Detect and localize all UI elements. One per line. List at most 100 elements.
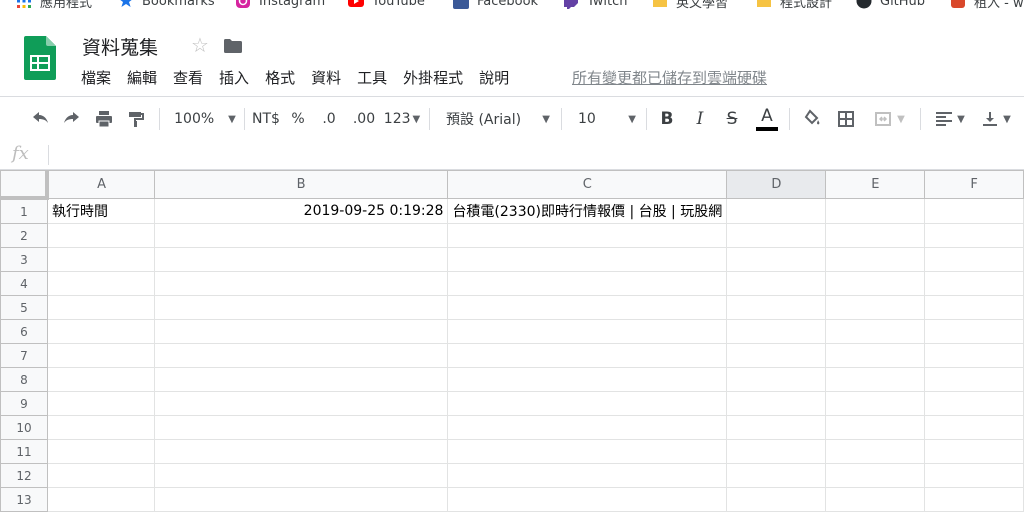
cell-a3[interactable]: [46, 247, 155, 272]
increase-decimal-button[interactable]: .00: [349, 97, 379, 141]
column-header-c[interactable]: C: [447, 170, 728, 199]
row-header[interactable]: 8: [0, 367, 48, 392]
cell-e12[interactable]: [825, 463, 926, 488]
cell-a8[interactable]: [46, 367, 155, 392]
cell-a4[interactable]: [46, 271, 155, 296]
cell-f4[interactable]: [924, 271, 1024, 296]
cell-b12[interactable]: [153, 463, 449, 488]
row-header[interactable]: 11: [0, 439, 48, 464]
cell-b5[interactable]: [153, 295, 449, 320]
row-header[interactable]: 12: [0, 463, 48, 488]
menu-view[interactable]: 查看: [173, 67, 211, 88]
cell-a12[interactable]: [46, 463, 155, 488]
cell-e1[interactable]: [825, 197, 926, 224]
cell-a11[interactable]: [46, 439, 155, 464]
cell-a13[interactable]: [46, 487, 155, 512]
cell-e6[interactable]: [825, 319, 926, 344]
bookmark-facebook[interactable]: Facebook: [453, 0, 538, 9]
bold-button[interactable]: B: [656, 97, 678, 141]
bookmark-twitch[interactable]: Twitch: [563, 0, 628, 9]
bookmark-bookmarks[interactable]: Bookmarks: [118, 0, 215, 9]
cell-f5[interactable]: [924, 295, 1024, 320]
row-header[interactable]: 3: [0, 247, 48, 272]
cell-e8[interactable]: [825, 367, 926, 392]
cell-e2[interactable]: [825, 223, 926, 248]
cell-f11[interactable]: [924, 439, 1024, 464]
cell-d13[interactable]: [726, 487, 827, 512]
cell-e9[interactable]: [825, 391, 926, 416]
print-button[interactable]: [92, 97, 116, 141]
menu-format[interactable]: 格式: [265, 67, 303, 88]
percent-format-button[interactable]: %: [288, 97, 308, 141]
font-family-select[interactable]: 預設 (Arial) ▼: [440, 97, 554, 141]
italic-button[interactable]: I: [689, 97, 711, 141]
strikethrough-button[interactable]: S: [721, 97, 743, 141]
document-title[interactable]: 資料蒐集: [82, 33, 158, 60]
cell-d8[interactable]: [726, 367, 827, 392]
cell-a10[interactable]: [46, 415, 155, 440]
cell-e5[interactable]: [825, 295, 926, 320]
cell-c9[interactable]: [447, 391, 728, 416]
menu-addons[interactable]: 外掛程式: [403, 67, 471, 88]
row-header[interactable]: 10: [0, 415, 48, 440]
cell-b2[interactable]: [153, 223, 449, 248]
cell-c12[interactable]: [447, 463, 728, 488]
cell-c4[interactable]: [447, 271, 728, 296]
more-formats-button[interactable]: 123 ▼: [382, 97, 422, 141]
fill-color-button[interactable]: [800, 97, 824, 141]
cell-f7[interactable]: [924, 343, 1024, 368]
sheets-logo-icon[interactable]: [24, 36, 56, 80]
column-header-e[interactable]: E: [825, 170, 926, 199]
cell-a1[interactable]: 執行時間: [46, 197, 155, 224]
column-header-b[interactable]: B: [153, 170, 449, 199]
cell-f1[interactable]: [924, 197, 1024, 224]
bookmark-github[interactable]: GitHub: [856, 0, 925, 9]
currency-format-button[interactable]: NT$: [250, 97, 282, 141]
cell-d11[interactable]: [726, 439, 827, 464]
menu-tools[interactable]: 工具: [357, 67, 395, 88]
cell-e7[interactable]: [825, 343, 926, 368]
row-header[interactable]: 13: [0, 487, 48, 512]
redo-button[interactable]: [60, 97, 84, 141]
cell-d3[interactable]: [726, 247, 827, 272]
cell-c8[interactable]: [447, 367, 728, 392]
cell-a2[interactable]: [46, 223, 155, 248]
cell-f3[interactable]: [924, 247, 1024, 272]
cell-d4[interactable]: [726, 271, 827, 296]
menu-edit[interactable]: 編輯: [127, 67, 165, 88]
cell-c5[interactable]: [447, 295, 728, 320]
cell-d9[interactable]: [726, 391, 827, 416]
cell-b7[interactable]: [153, 343, 449, 368]
cell-b13[interactable]: [153, 487, 449, 512]
horizontal-align-button[interactable]: ▼: [930, 97, 970, 141]
paint-format-button[interactable]: [124, 97, 148, 141]
cell-b11[interactable]: [153, 439, 449, 464]
cell-c11[interactable]: [447, 439, 728, 464]
cell-b3[interactable]: [153, 247, 449, 272]
cell-e3[interactable]: [825, 247, 926, 272]
menu-help[interactable]: 說明: [479, 67, 517, 88]
merge-cells-button[interactable]: ▼: [866, 97, 912, 141]
bookmark-folder-programming[interactable]: 程式設計: [756, 0, 832, 10]
cell-c6[interactable]: [447, 319, 728, 344]
cell-f6[interactable]: [924, 319, 1024, 344]
font-size-select[interactable]: 10 ▼: [570, 97, 640, 141]
cell-f8[interactable]: [924, 367, 1024, 392]
row-header[interactable]: 7: [0, 343, 48, 368]
row-header[interactable]: 4: [0, 271, 48, 296]
bookmark-folder-english[interactable]: 英文學習: [652, 0, 728, 10]
cell-f10[interactable]: [924, 415, 1024, 440]
text-color-button[interactable]: A: [754, 97, 780, 141]
cell-d2[interactable]: [726, 223, 827, 248]
row-header[interactable]: 1: [0, 197, 48, 224]
menu-file[interactable]: 檔案: [81, 67, 119, 88]
vertical-align-button[interactable]: ▼: [976, 97, 1016, 141]
cell-d5[interactable]: [726, 295, 827, 320]
row-header[interactable]: 9: [0, 391, 48, 416]
cell-b8[interactable]: [153, 367, 449, 392]
cell-f12[interactable]: [924, 463, 1024, 488]
row-header[interactable]: 2: [0, 223, 48, 248]
cell-e11[interactable]: [825, 439, 926, 464]
column-header-f[interactable]: F: [924, 170, 1024, 199]
cell-b1[interactable]: 2019-09-25 0:19:28: [153, 197, 449, 224]
